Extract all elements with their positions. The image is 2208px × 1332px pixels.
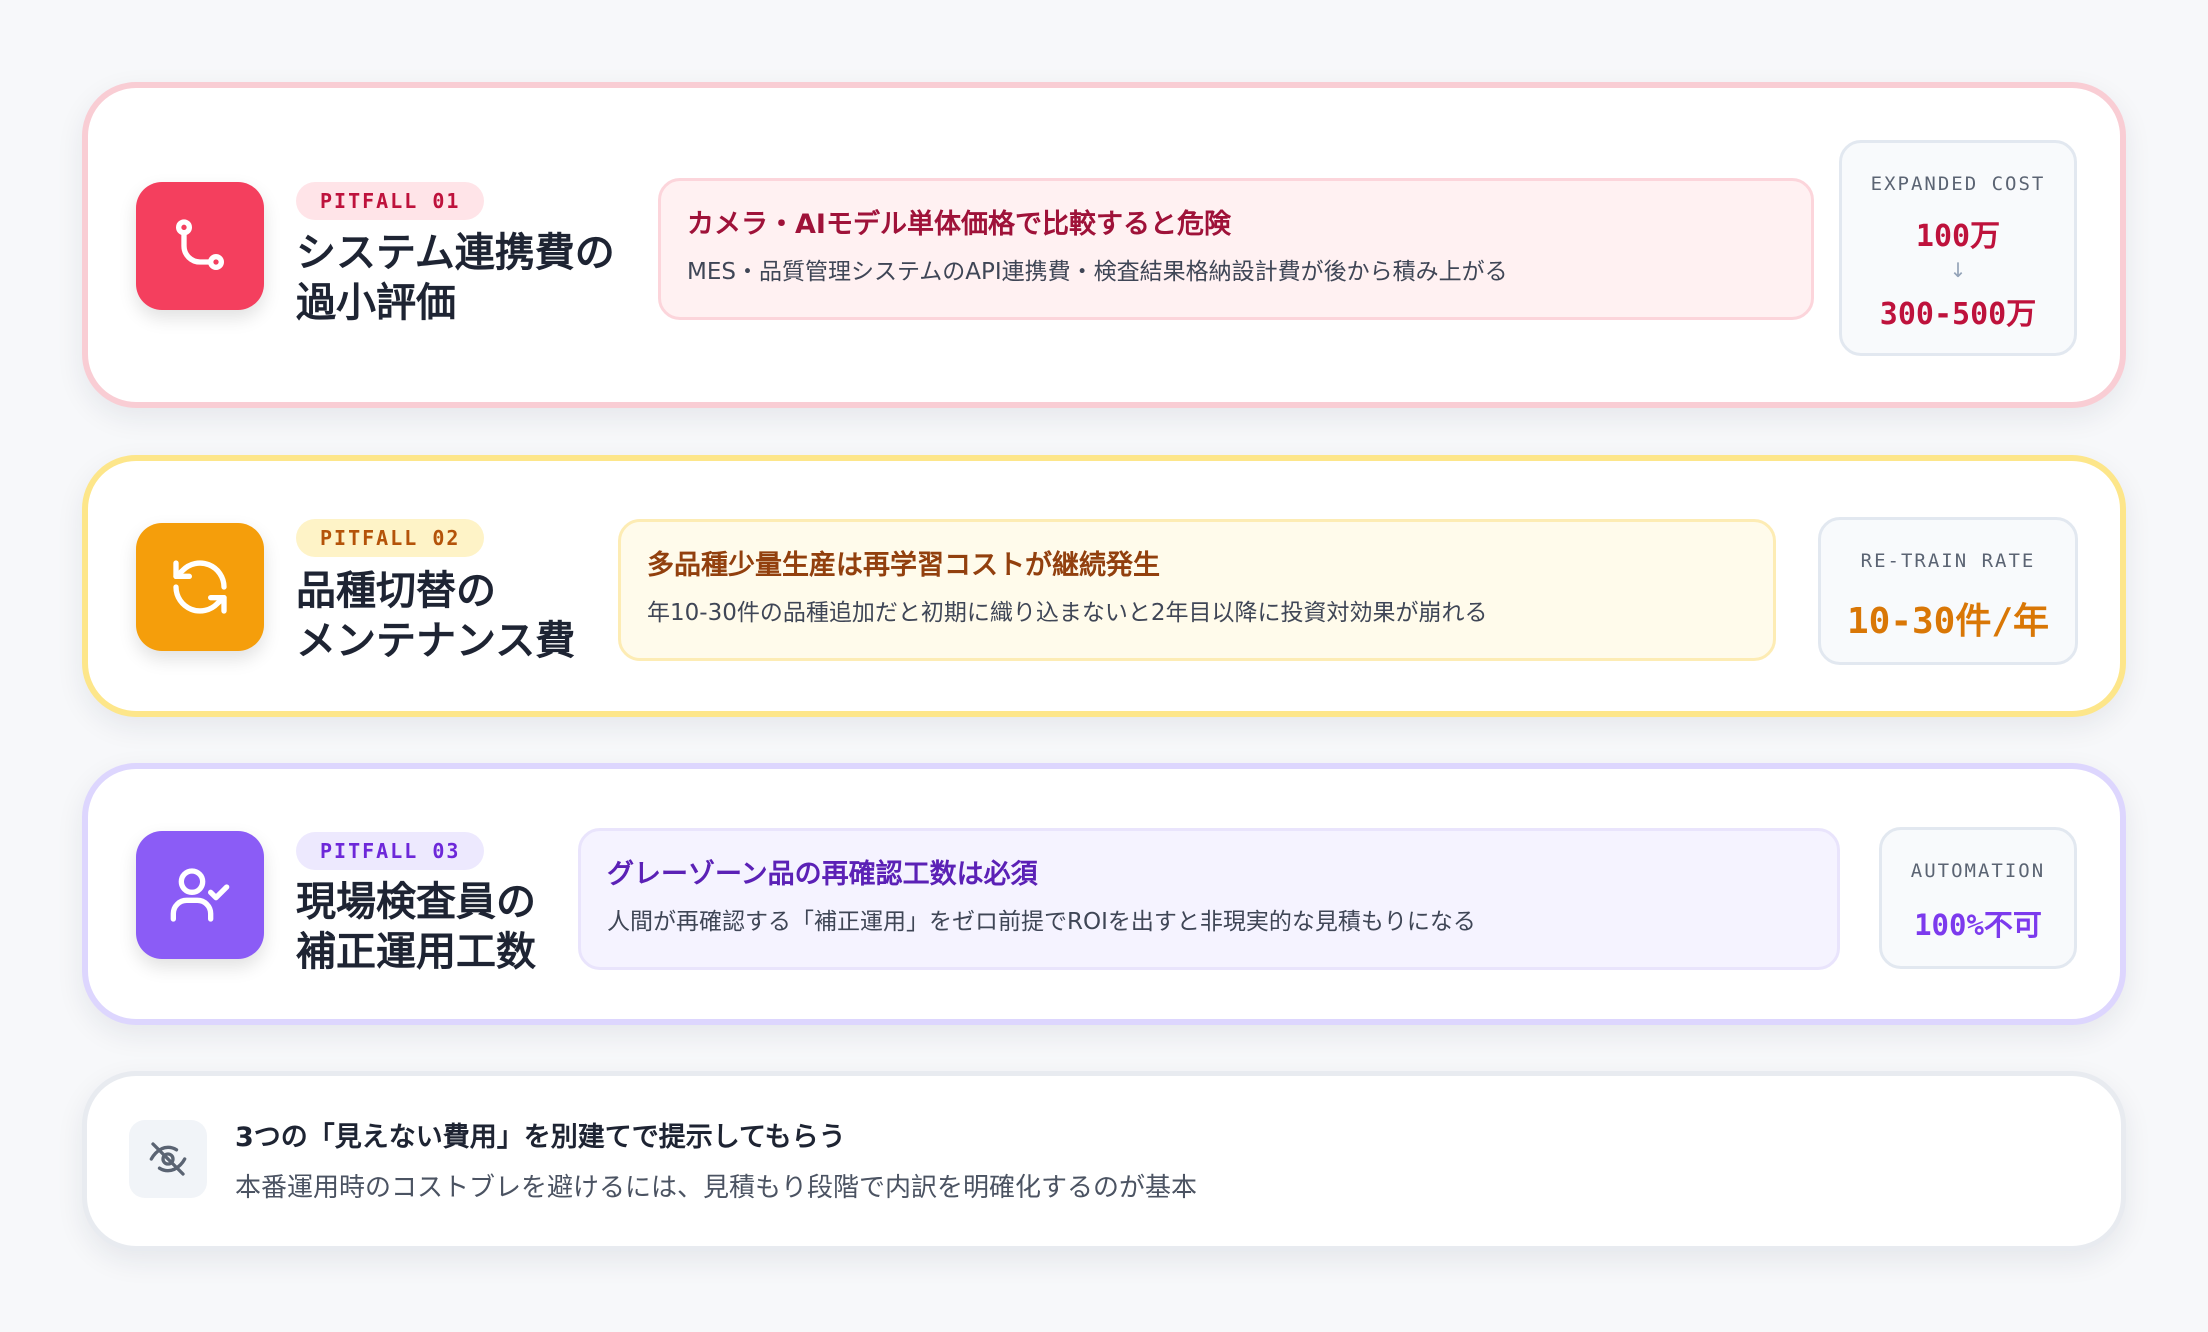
callout-heading: カメラ・AIモデル単体価格で比較すると危険 xyxy=(687,209,1231,240)
pitfall-tag: PITFALL 02 xyxy=(296,519,485,557)
page: PITFALL 01 システム連携費の 過小評価 カメラ・AIモデル単体価格で比… xyxy=(0,0,2208,1332)
git-branch-icon xyxy=(136,182,264,310)
metric-from-value: 100万 xyxy=(1915,219,2001,254)
pitfall-title-line2: メンテナンス費 xyxy=(296,618,576,664)
callout-heading: グレーゾーン品の再確認工数は必須 xyxy=(607,859,1038,890)
metric-label: RE-TRAIN RATE xyxy=(1860,550,2036,572)
pitfall-title: 現場検査員の 補正運用工数 xyxy=(296,877,536,977)
metric-value: 100%不可 xyxy=(1914,908,2042,942)
metric-box: EXPANDED COST 100万 ↓ 300-500万 xyxy=(1839,140,2077,356)
pitfall-tag: PITFALL 03 xyxy=(296,832,485,870)
metric-label: EXPANDED COST xyxy=(1870,173,2046,195)
pitfall-title: 品種切替の メンテナンス費 xyxy=(296,566,575,666)
callout-body: MES・品質管理システムのAPI連携費・検査結果格納設計費が後から積み上がる xyxy=(687,259,1508,285)
pitfall-title-line2: 補正運用工数 xyxy=(296,929,536,975)
pitfall-callout: グレーゾーン品の再確認工数は必須 人間が再確認する「補正運用」をゼロ前提でROI… xyxy=(578,828,1840,970)
pitfall-card-03: PITFALL 03 現場検査員の 補正運用工数 グレーゾーン品の再確認工数は必… xyxy=(82,763,2126,1025)
metric-value: 10-30件/年 xyxy=(1846,601,2050,642)
note-heading: 3つの「見えない費用」を別建てで提示してもらう xyxy=(235,1122,846,1153)
metric-to-value: 300-500万 xyxy=(1879,297,2037,332)
pitfall-title: システム連携費の 過小評価 xyxy=(296,228,615,328)
callout-heading: 多品種少量生産は再学習コストが継続発生 xyxy=(647,550,1160,581)
pitfall-title-line2: 過小評価 xyxy=(296,280,456,326)
pitfall-title-line1: 品種切替の xyxy=(296,568,496,614)
pitfall-tag: PITFALL 01 xyxy=(296,182,485,220)
refresh-icon xyxy=(136,523,264,651)
metric-box: AUTOMATION 100%不可 xyxy=(1879,827,2077,969)
pitfall-callout: カメラ・AIモデル単体価格で比較すると危険 MES・品質管理システムのAPI連携… xyxy=(658,178,1814,320)
metric-box: RE-TRAIN RATE 10-30件/年 xyxy=(1818,517,2078,665)
summary-note: 3つの「見えない費用」を別建てで提示してもらう 本番運用時のコストブレを避けるに… xyxy=(82,1071,2126,1251)
eye-off-icon xyxy=(129,1120,207,1198)
user-check-icon xyxy=(136,831,264,959)
note-body: 本番運用時のコストブレを避けるには、見積もり段階で内訳を明確化するのが基本 xyxy=(235,1173,1198,1203)
callout-body: 人間が再確認する「補正運用」をゼロ前提でROIを出すと非現実的な見積もりになる xyxy=(607,909,1476,935)
pitfall-card-01: PITFALL 01 システム連携費の 過小評価 カメラ・AIモデル単体価格で比… xyxy=(82,82,2126,408)
metric-label: AUTOMATION xyxy=(1910,860,2046,882)
arrow-down-icon: ↓ xyxy=(1949,258,1967,282)
callout-body: 年10-30件の品種追加だと初期に織り込まないと2年目以降に投資対効果が崩れる xyxy=(647,600,1488,626)
pitfall-title-line1: システム連携費の xyxy=(296,230,615,276)
pitfall-card-02: PITFALL 02 品種切替の メンテナンス費 多品種少量生産は再学習コストが… xyxy=(82,455,2126,717)
pitfall-title-line1: 現場検査員の xyxy=(296,879,536,925)
pitfall-callout: 多品種少量生産は再学習コストが継続発生 年10-30件の品種追加だと初期に織り込… xyxy=(618,519,1776,661)
